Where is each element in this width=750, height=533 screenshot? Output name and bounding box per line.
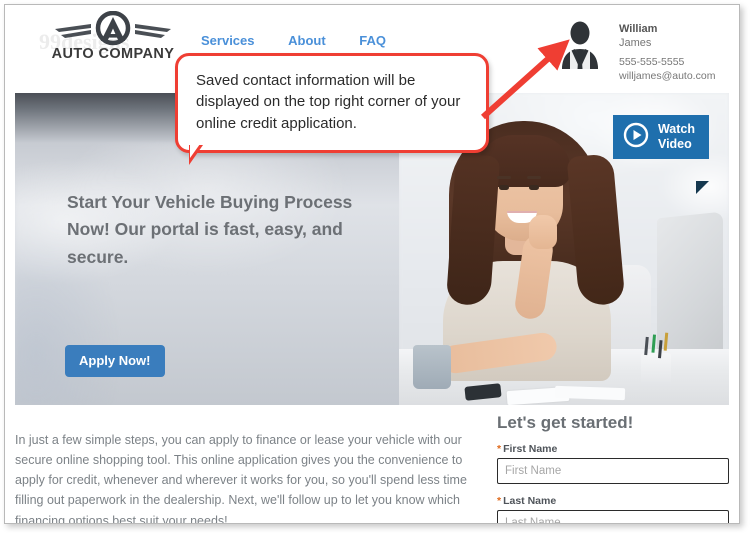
hand-on-chin: [529, 215, 557, 249]
watch-video-line2: Video: [657, 137, 692, 151]
form-title: Let's get started!: [497, 413, 634, 432]
site-logo[interactable]: 99designs AUTO COMPANY: [33, 10, 193, 67]
first-name-label-text: First Name: [503, 443, 558, 455]
callout-text: Saved contact information will be displa…: [196, 72, 461, 132]
watch-video-line1: Watch: [657, 122, 695, 137]
papers-prop-2: [554, 385, 626, 401]
contact-email: willjames@auto.com: [619, 69, 716, 82]
saved-contact-info: William James 555-555-5555 willjames@aut…: [557, 17, 732, 83]
required-asterisk: *: [497, 443, 502, 455]
contact-details: William James 555-555-5555 willjames@aut…: [619, 22, 715, 83]
play-circle-icon: [623, 122, 649, 153]
coffee-mug-prop: [413, 345, 451, 389]
annotation-callout: Saved contact information will be displa…: [175, 53, 489, 153]
first-name-input[interactable]: [497, 458, 729, 484]
main-nav: Services About FAQ: [201, 33, 386, 48]
last-name-input[interactable]: [497, 510, 729, 523]
last-name-label-text: Last Name: [503, 495, 557, 507]
user-silhouette-icon: [557, 19, 603, 71]
hero-headline: Start Your Vehicle Buying Process Now! O…: [67, 192, 353, 267]
eyebrow-left: [497, 176, 511, 179]
intro-paragraph: In just a few simple steps, you can appl…: [15, 432, 467, 524]
nav-item-about[interactable]: About: [288, 33, 326, 48]
watch-video-button[interactable]: Watch Video: [612, 115, 709, 194]
required-asterisk: *: [497, 495, 502, 507]
contact-last-name: James: [619, 37, 652, 50]
contact-phone: 555-555-5555: [619, 56, 685, 69]
apply-now-button[interactable]: Apply Now!: [65, 345, 165, 377]
eye-right: [529, 185, 539, 190]
monitor-prop: [657, 211, 723, 369]
nav-item-services[interactable]: Services: [201, 33, 255, 48]
nav-item-faq[interactable]: FAQ: [359, 33, 386, 48]
winged-a-emblem-icon: [47, 10, 179, 47]
watch-video-label: Watch Video: [658, 122, 695, 152]
callout-tail-inner: [190, 144, 200, 158]
eye-left: [499, 185, 509, 190]
logo-company-name: AUTO COMPANY: [51, 46, 175, 62]
last-name-label: * Last Name: [497, 495, 729, 507]
ribbon-fold: [696, 181, 709, 194]
lead-capture-form: Let's get started! *First Name *Last Nam…: [497, 413, 729, 523]
pen-cup-prop: [641, 353, 671, 387]
contact-first-name: William: [619, 23, 658, 35]
page-frame: 99designs AUTO COMPANY Services About FA…: [4, 4, 740, 524]
eyebrow-right: [527, 176, 541, 179]
first-name-label: * First Name: [497, 443, 729, 455]
